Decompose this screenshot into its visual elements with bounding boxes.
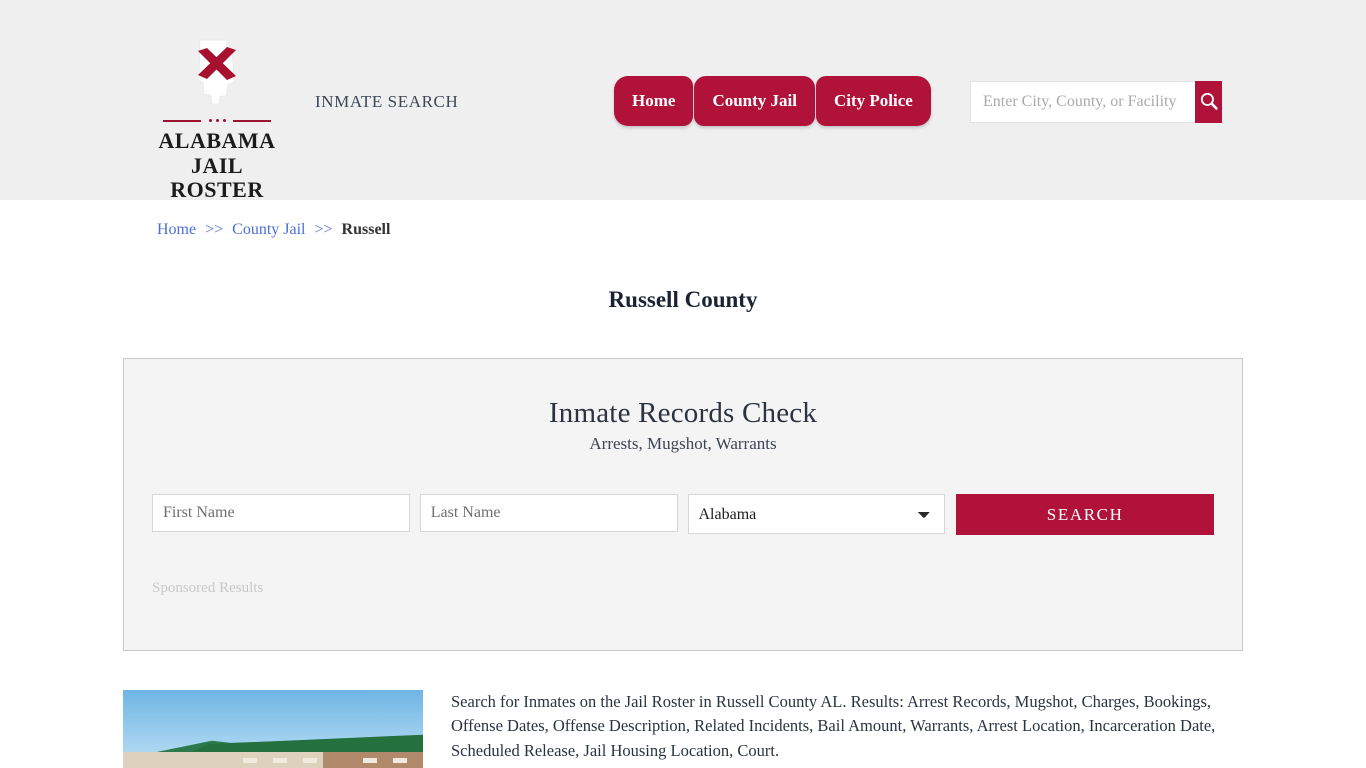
last-name-input[interactable] — [419, 494, 678, 532]
breadcrumb: Home >> County Jail >> Russell — [157, 221, 390, 239]
breadcrumb-item-home[interactable]: Home — [157, 221, 196, 238]
logo-line-1: ALABAMA — [158, 128, 276, 153]
panel-title: Inmate Records Check — [548, 397, 818, 429]
county-content: Search for Inmates on the Jail Roster in… — [123, 690, 1243, 768]
panel-subtitle: Arrests, Mugshot, Warrants — [589, 434, 777, 453]
breadcrumb-item-current: Russell — [341, 221, 391, 238]
page-title: Russell County — [608, 287, 758, 313]
breadcrumb-item-county-jail[interactable]: County Jail — [232, 221, 305, 238]
main-nav: Home County Jail City Police — [614, 76, 931, 126]
inmate-search-form: Alabama SEARCH — [124, 494, 1242, 535]
inmate-records-panel: Inmate Records Check Arrests, Mugshot, W… — [123, 358, 1243, 651]
search-button[interactable]: SEARCH — [956, 494, 1214, 535]
site-logo[interactable]: ALABAMA JAIL ROSTER — [152, 38, 282, 203]
header-search-input[interactable] — [970, 81, 1195, 123]
county-description: Search for Inmates on the Jail Roster in… — [451, 692, 1216, 760]
first-name-input[interactable] — [152, 494, 410, 532]
search-icon — [1199, 91, 1219, 114]
site-header: ALABAMA JAIL ROSTER INMATE SEARCH Home C… — [0, 0, 1366, 203]
breadcrumb-separator: >> — [205, 221, 224, 238]
site-tagline: INMATE SEARCH — [315, 92, 459, 111]
header-search-button[interactable] — [1195, 81, 1222, 123]
nav-item-city-police[interactable]: City Police — [815, 76, 931, 126]
breadcrumb-separator: >> — [314, 221, 333, 238]
nav-item-county-jail[interactable]: County Jail — [694, 76, 815, 126]
header-search — [970, 81, 1222, 123]
logo-divider — [163, 116, 271, 125]
alabama-state-flag-icon — [186, 38, 248, 110]
state-select[interactable]: Alabama — [687, 494, 946, 534]
nav-item-home[interactable]: Home — [614, 76, 694, 126]
sponsored-results-label: Sponsored Results — [152, 580, 264, 596]
logo-line-2: JAIL ROSTER — [170, 152, 264, 203]
jail-photo — [123, 690, 423, 768]
